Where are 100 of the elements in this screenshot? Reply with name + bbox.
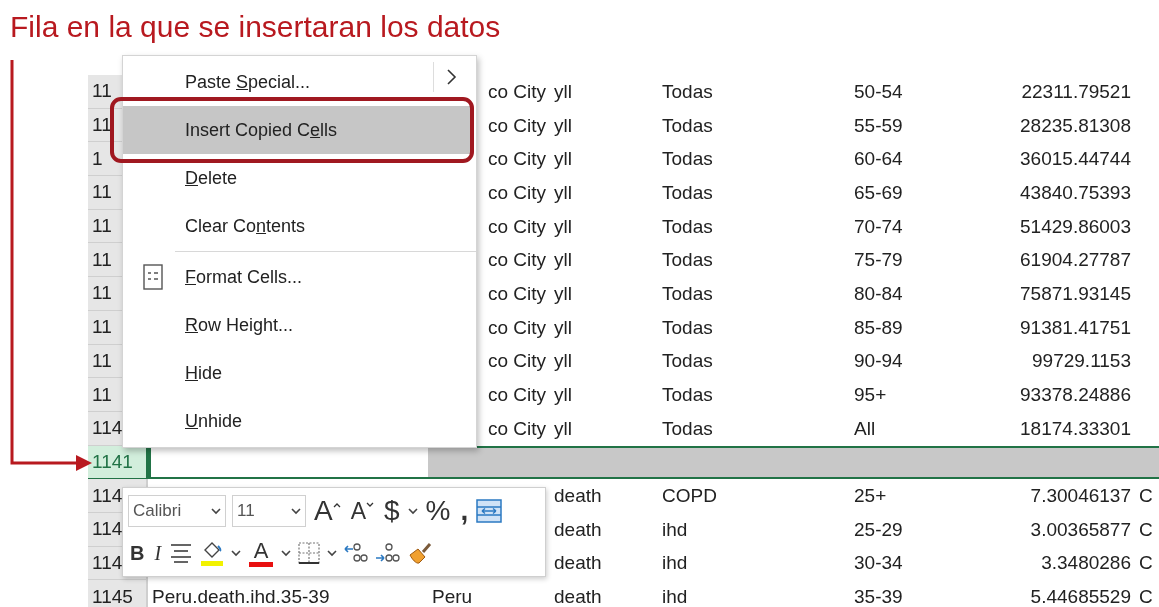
table-cell-text: yll	[553, 315, 573, 340]
table-cell-text: C	[1138, 585, 1154, 607]
table-cell-text: C	[1138, 484, 1154, 509]
table-cell-text: ihd	[661, 517, 689, 542]
table-cell-text: Todas	[661, 214, 714, 239]
table-cell-text: 93378.24886	[1019, 383, 1132, 408]
table-cell-text: co City	[486, 147, 547, 172]
table-cell-text: Todas	[661, 113, 714, 138]
table-cell-text: Todas	[661, 416, 714, 441]
table-cell-text: 50-54	[853, 79, 904, 104]
menu-item[interactable]: Insert Copied Cells	[123, 106, 472, 154]
table-cell-text: Peru	[431, 585, 474, 607]
chevron-icon	[291, 507, 301, 515]
table-cell-text: death	[553, 484, 603, 509]
fill-color-icon[interactable]	[199, 540, 226, 566]
align-icon[interactable]	[169, 542, 194, 564]
table-cell-text: death	[553, 585, 603, 607]
table-cell-text: yll	[553, 147, 573, 172]
table-cell-text: Todas	[661, 180, 714, 205]
table-cell-text: 25-29	[853, 517, 904, 542]
percent-button[interactable]: %	[423, 494, 453, 528]
table-cell-text: death	[553, 517, 603, 542]
table-cell-text: Todas	[661, 349, 714, 374]
table-cell-text: co City	[486, 281, 547, 306]
table-cell-text: 7.30046137	[1029, 484, 1132, 509]
table-cell-text: yll	[553, 416, 573, 441]
row-header[interactable]: 1141	[88, 445, 148, 480]
table-cell-text: 51429.86003	[1019, 214, 1132, 239]
table-cell-text: ihd	[661, 551, 689, 576]
shrink-font-button[interactable]: A	[348, 494, 377, 528]
font-color-button[interactable]: A	[247, 536, 276, 570]
decrease-decimal-icon[interactable]	[375, 541, 402, 565]
table-cell-text: 5.44685529	[1029, 585, 1132, 607]
font-field[interactable]: Calibri	[128, 495, 226, 527]
chevron-icon	[281, 549, 292, 557]
grow-font-button[interactable]: A	[312, 494, 343, 528]
annotation-title: Fila en la que se insertaran los datos	[10, 9, 501, 45]
table-cell-text: co City	[486, 315, 547, 340]
currency-button[interactable]: $	[382, 494, 402, 528]
table-cell-text: COPD	[661, 484, 718, 509]
table-cell-text: 36015.44744	[1019, 147, 1132, 172]
table-cell-text: yll	[553, 281, 573, 306]
table-cell-text: 95+	[853, 383, 888, 408]
table-cell-text: All	[853, 416, 877, 441]
table-cell-text: Todas	[661, 383, 714, 408]
table-cell-text: ihd	[661, 585, 689, 607]
table-cell-text: Todas	[661, 281, 714, 306]
table-cell-text: yll	[553, 79, 573, 104]
italic-button[interactable]: I	[152, 536, 164, 570]
chevron-icon	[231, 549, 242, 557]
table-cell-text: 99729.1153	[1031, 349, 1132, 374]
table-cell-text: 30-34	[853, 551, 904, 576]
table-cell-text: Todas	[661, 79, 714, 104]
wrap-text-icon[interactable]	[476, 499, 503, 523]
table-cell-text: yll	[553, 248, 573, 273]
table-cell-text: 75871.93145	[1019, 281, 1132, 306]
font-size-field[interactable]: 11	[232, 495, 306, 527]
table-cell-text: Todas	[661, 315, 714, 340]
chevron-icon	[407, 507, 418, 515]
paintbrush-icon[interactable]	[407, 541, 434, 565]
table-cell-text: 3.00365877	[1029, 517, 1132, 542]
table-cell-text: C	[1138, 517, 1154, 542]
table-cell-text: 70-74	[853, 214, 904, 239]
table-cell-text: yll	[553, 180, 573, 205]
chevron-icon	[327, 549, 338, 557]
table-cell-text: co City	[486, 113, 547, 138]
table-cell-text: 65-69	[853, 180, 904, 205]
table-cell-text: co City	[486, 349, 547, 374]
table-cell-text: 18174.33301	[1019, 416, 1132, 441]
table-cell-text: 22311.79521	[1020, 79, 1132, 104]
table-cell-text: Todas	[661, 248, 714, 273]
table-cell-text: 35-39	[853, 585, 904, 607]
table-cell-text: co City	[486, 79, 547, 104]
table-cell-text: co City	[486, 383, 547, 408]
table-cell-text: 90-94	[853, 349, 904, 374]
table-cell-text: 91381.41751	[1019, 315, 1132, 340]
increase-decimal-icon[interactable]	[343, 541, 370, 565]
table-cell-text: yll	[553, 214, 573, 239]
table-cell-text: yll	[553, 383, 573, 408]
row-header[interactable]: 1145	[88, 580, 148, 607]
chevron-icon	[211, 507, 221, 515]
table-cell-text: co City	[486, 248, 547, 273]
table-cell-text: 43840.75393	[1019, 180, 1132, 205]
table-cell-text: C	[1138, 551, 1154, 576]
table-cell-text: 28235.81308	[1019, 113, 1132, 138]
table-cell-text: Todas	[661, 147, 714, 172]
table-cell-text: 60-64	[853, 147, 904, 172]
table-cell-text: 55-59	[853, 113, 904, 138]
table-cell-text: yll	[553, 349, 573, 374]
table-cell-text: co City	[486, 214, 547, 239]
table-cell-text: co City	[486, 180, 547, 205]
table-cell-text: death	[553, 551, 603, 576]
table-cell-text: Peru.death.ihd.35-39	[151, 585, 331, 607]
table-cell-text: 61904.27787	[1019, 248, 1132, 273]
comma-button[interactable]: ,	[458, 494, 471, 528]
table-cell-text: 80-84	[853, 281, 904, 306]
table-cell-text: 3.3480286	[1040, 551, 1132, 576]
table-cell-text: 75-79	[853, 248, 904, 273]
borders-icon[interactable]	[297, 541, 322, 565]
table-cell-text: 85-89	[853, 315, 904, 340]
